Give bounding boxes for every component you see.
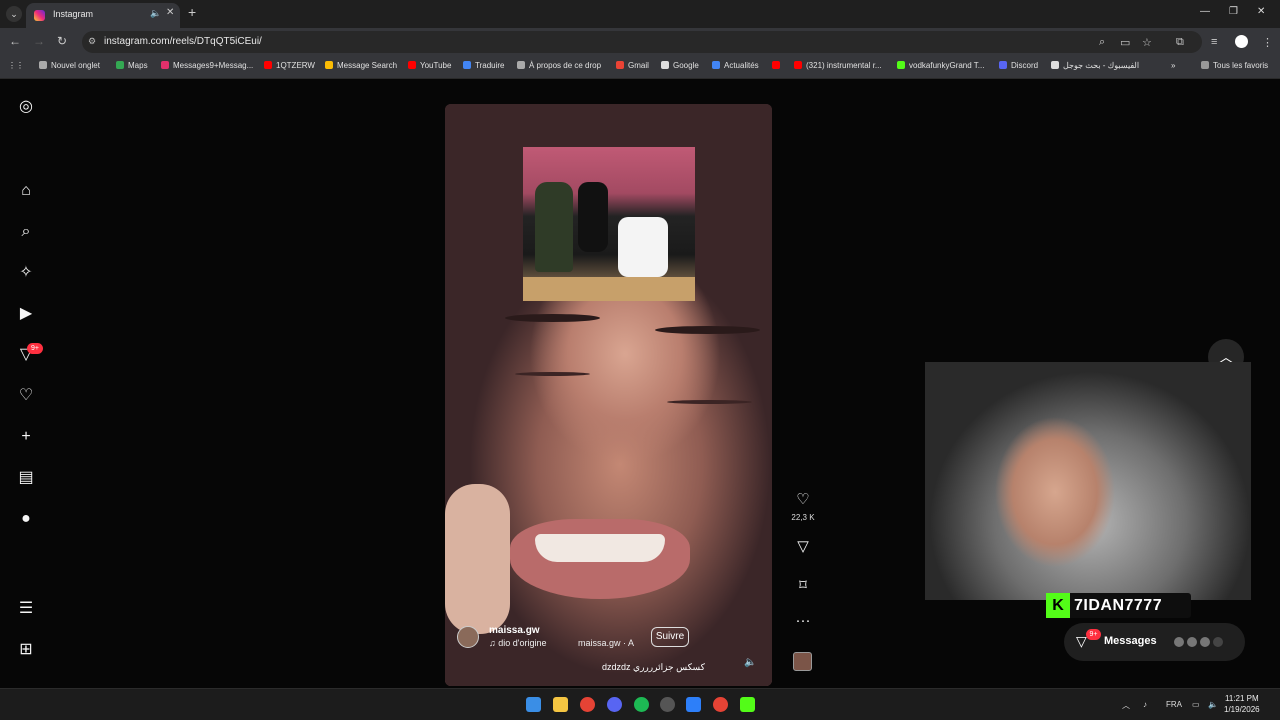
reel-username[interactable]: maissa.gw	[489, 625, 540, 636]
chrome-icon[interactable]	[580, 697, 595, 712]
tab-strip: ⌄ Instagram 🔈 ✕ + — ❐ ✕	[0, 0, 1280, 28]
share-icon[interactable]: ▽	[793, 537, 813, 555]
microphone-icon[interactable]: ♪	[1143, 700, 1147, 709]
bookmarks-overflow-icon[interactable]: »	[1171, 61, 1175, 70]
reels-icon[interactable]: ▶	[17, 305, 35, 323]
restore-button[interactable]: ❐	[1229, 6, 1238, 17]
reel-author-avatar[interactable]	[457, 626, 479, 648]
network-icon[interactable]: ▭	[1192, 700, 1200, 709]
explore-icon[interactable]: ✧	[17, 264, 35, 282]
dashboard-icon[interactable]: ▤	[17, 469, 35, 487]
bookmark-item[interactable]: Google	[661, 61, 699, 70]
bookmark-item[interactable]: vodkafunkyGrand T...	[897, 61, 984, 70]
tab-audio-icon[interactable]: 🔈	[150, 8, 161, 19]
spotify-icon[interactable]	[634, 697, 649, 712]
minimize-button[interactable]: —	[1200, 6, 1210, 17]
chrome-active-icon[interactable]	[713, 697, 728, 712]
bookmark-item[interactable]: Discord	[999, 61, 1038, 70]
tab-instagram[interactable]: Instagram 🔈 ✕	[26, 3, 180, 28]
app-icon[interactable]	[686, 697, 701, 712]
bookmark-item[interactable]: À propos de ce drop	[517, 61, 601, 70]
bookmark-item[interactable]: Actualités	[712, 61, 759, 70]
windows-taskbar: ︿ ♪ FRA ▭ 🔈 11:21 PM 1/19/2026	[0, 688, 1280, 720]
bookmark-item[interactable]: Gmail	[616, 61, 649, 70]
instagram-logo-icon[interactable]: ◎	[17, 98, 35, 116]
bookmark-item[interactable]: الفيسبوك - بحث جوجل	[1051, 61, 1139, 70]
close-window-button[interactable]: ✕	[1257, 6, 1265, 17]
reload-button[interactable]: ↻	[57, 34, 67, 48]
bookmark-item[interactable]: Traduire	[463, 61, 505, 70]
media-control-icon[interactable]: ≡	[1211, 36, 1217, 48]
reel-video[interactable]	[445, 104, 772, 686]
more-options-icon[interactable]: ···	[793, 612, 813, 629]
kick-app-icon[interactable]	[740, 697, 755, 712]
reel-audio-label[interactable]: ♫ dio d'origine	[489, 638, 547, 648]
app-icon[interactable]	[660, 697, 675, 712]
discord-icon[interactable]	[607, 697, 622, 712]
new-tab-button[interactable]: +	[188, 4, 196, 20]
tab-search-button[interactable]: ⌄	[6, 6, 22, 22]
volume-icon[interactable]: 🔈	[1208, 700, 1218, 709]
apps-grid-icon[interactable]: ⋮⋮	[8, 61, 24, 70]
messages-label: Messages	[1104, 635, 1157, 647]
bookmark-star-icon[interactable]: ☆	[1142, 36, 1152, 49]
message-avatar	[1212, 636, 1224, 648]
reel-audio-owner[interactable]: maissa.gw · A	[578, 638, 634, 648]
tray-overflow-icon[interactable]: ︿	[1122, 700, 1130, 711]
bookmark-item[interactable]: Maps	[116, 61, 148, 70]
audio-thumbnail[interactable]	[793, 652, 812, 671]
inset-video-image	[523, 147, 695, 301]
also-from-meta-icon[interactable]: ⊞	[17, 641, 35, 659]
back-button[interactable]: ←	[9, 34, 21, 48]
address-bar[interactable]: ⚙ instagram.com/reels/DTqQT5iCEui/	[82, 31, 1202, 53]
like-count: 22,3 K	[791, 513, 815, 522]
bookmark-item[interactable]: Messages9+Messag...	[161, 61, 253, 70]
toolbar: ← → ↻ ⚙ instagram.com/reels/DTqQT5iCEui/…	[0, 28, 1280, 55]
profile-icon[interactable]: ●	[17, 510, 35, 528]
zoom-icon[interactable]: ⌕	[1099, 36, 1105, 49]
search-icon[interactable]: ⌕	[17, 223, 35, 241]
message-avatar	[1186, 636, 1198, 648]
create-icon[interactable]: +	[17, 428, 35, 446]
all-bookmarks[interactable]: Tous les favoris	[1201, 61, 1268, 70]
bookmark-item[interactable]: 1QTZERW	[264, 61, 315, 70]
language-indicator[interactable]: FRA	[1166, 700, 1182, 709]
forward-button[interactable]: →	[33, 34, 45, 48]
url-text: instagram.com/reels/DTqQT5iCEui/	[104, 36, 262, 47]
cast-icon[interactable]: ▭	[1120, 36, 1130, 49]
like-heart-icon[interactable]: ♡	[793, 490, 813, 508]
mute-icon[interactable]: 🔈	[744, 657, 756, 668]
bookmark-item[interactable]: YouTube	[408, 61, 451, 70]
message-avatar	[1199, 636, 1211, 648]
home-icon[interactable]: ⌂	[17, 182, 35, 200]
kick-logo-icon: K	[1046, 593, 1070, 618]
bookmark-item[interactable]	[772, 61, 784, 70]
notification-badge: 9+	[27, 343, 43, 354]
bookmark-item[interactable]: Message Search	[325, 61, 397, 70]
more-menu-icon[interactable]: ☰	[17, 600, 35, 618]
notifications-heart-icon[interactable]: ♡	[17, 387, 35, 405]
tab-close-icon[interactable]: ✕	[166, 7, 174, 18]
bookmarks-bar: ⋮⋮ Nouvel onglet Maps Messages9+Messag..…	[0, 55, 1280, 79]
save-bookmark-icon[interactable]: ⌑	[793, 576, 813, 594]
file-explorer-icon[interactable]	[553, 697, 568, 712]
bookmark-item[interactable]: Nouvel onglet	[39, 61, 100, 70]
message-avatar	[1173, 636, 1185, 648]
windows-start-icon[interactable]	[526, 697, 541, 712]
reel-caption: dzdzdz كسكس جزائرررري	[602, 662, 705, 672]
streamer-webcam	[925, 362, 1251, 600]
bookmark-item[interactable]: (321) instrumental r...	[794, 61, 882, 70]
messages-badge: 9+	[1086, 629, 1101, 640]
system-clock[interactable]: 11:21 PM 1/19/2026	[1224, 693, 1260, 715]
profile-avatar[interactable]	[1235, 35, 1248, 48]
extensions-icon[interactable]: ⧉	[1176, 36, 1184, 49]
follow-button[interactable]: Suivre	[651, 627, 689, 647]
tab-title: Instagram	[53, 9, 94, 19]
menu-dots-icon[interactable]: ⋮	[1262, 36, 1273, 49]
instagram-favicon-icon	[34, 10, 45, 21]
site-info-icon[interactable]: ⚙	[88, 36, 96, 47]
